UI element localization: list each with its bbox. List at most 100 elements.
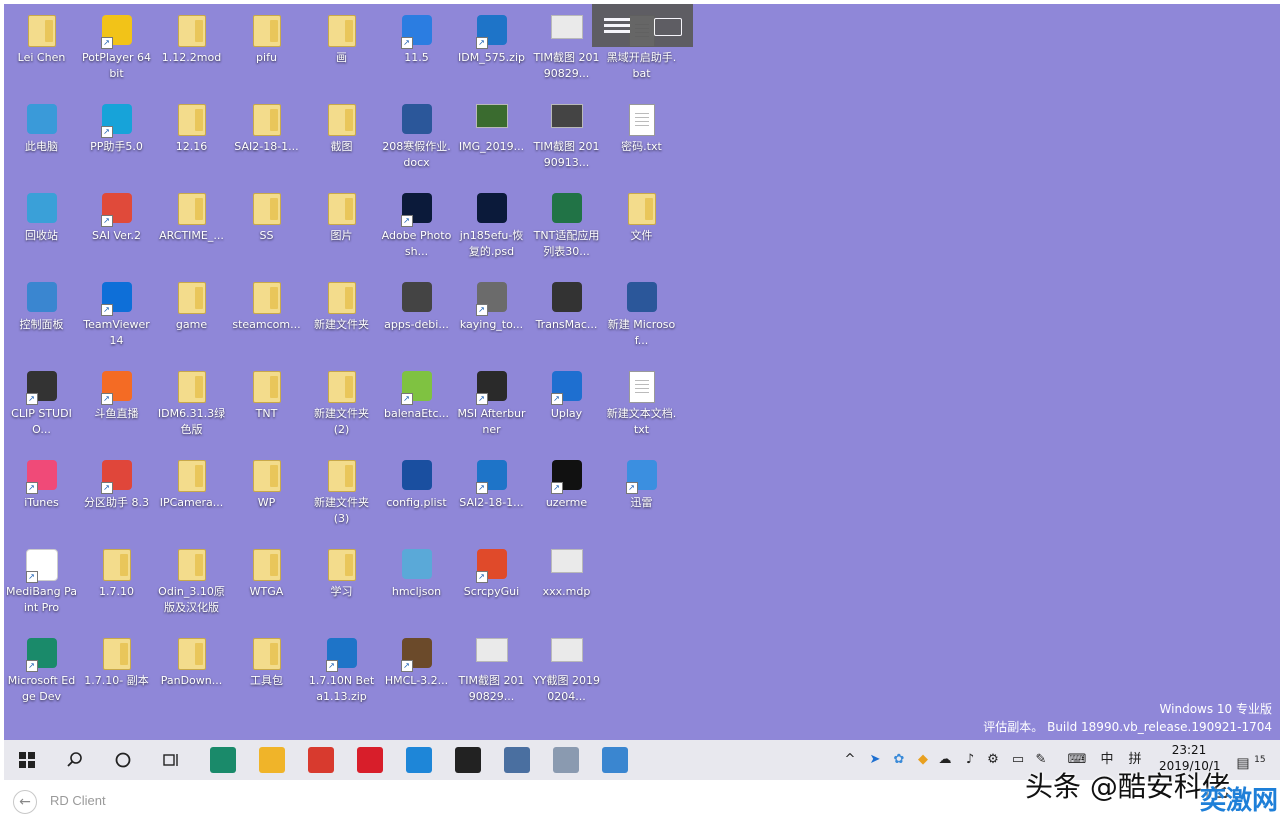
desktop-icon-label: 1.7.10: [99, 585, 134, 598]
desktop-icon[interactable]: ↗ kaying_to...: [454, 275, 529, 361]
desktop-icon[interactable]: IMG_2019...: [454, 97, 529, 183]
desktop-icon[interactable]: SS: [229, 186, 304, 272]
desktop-icon[interactable]: ↗ balenaEtc...: [379, 364, 454, 450]
scrcpy-icon: ↗: [475, 549, 508, 583]
volume-icon[interactable]: ♪: [960, 750, 980, 770]
desktop-icon[interactable]: 1.7.10- 副本: [79, 631, 154, 717]
desktop-icon[interactable]: SAI2-18-1...: [229, 97, 304, 183]
desktop-icon[interactable]: TNT: [229, 364, 304, 450]
app-red-icon[interactable]: [308, 747, 334, 773]
desktop-icon[interactable]: 回收站: [4, 186, 79, 272]
desktop-icon[interactable]: ↗ SAI2-18-1...: [454, 453, 529, 539]
desktop-icon[interactable]: ↗ 1.7.10N Beta1.13.zip: [304, 631, 379, 717]
desktop-icon[interactable]: 截图: [304, 97, 379, 183]
desktop-icon[interactable]: ↗ PotPlayer 64 bit: [79, 8, 154, 94]
desktop-icon[interactable]: 新建文件夹 (2): [304, 364, 379, 450]
desktop-icon[interactable]: ↗ 11.5: [379, 8, 454, 94]
desktop-icon[interactable]: xxx.mdp: [529, 542, 604, 628]
desktop-icon[interactable]: 1.12.2mod: [154, 8, 229, 94]
task-view-button[interactable]: [148, 740, 194, 780]
desktop-icon[interactable]: 新建文件夹 (3): [304, 453, 379, 539]
edge-dev-taskbar-icon[interactable]: [210, 747, 236, 773]
shortcut-arrow-icon: ↗: [475, 393, 488, 405]
obs-icon[interactable]: [455, 747, 481, 773]
desktop-icon[interactable]: WTGA: [229, 542, 304, 628]
search-button[interactable]: [52, 740, 98, 780]
desktop-icon[interactable]: ↗ 斗鱼直播: [79, 364, 154, 450]
desktop-icon[interactable]: 学习: [304, 542, 379, 628]
desktop-icon[interactable]: ↗ Microsoft Edge Dev: [4, 631, 79, 717]
folder-icon: [176, 15, 208, 47]
desktop-icon[interactable]: ↗ HMCL-3.2...: [379, 631, 454, 717]
desktop-icon[interactable]: 图片: [304, 186, 379, 272]
desktop-icon[interactable]: 密码.txt: [604, 97, 679, 183]
desktop-icon[interactable]: ↗ MSI Afterburner: [454, 364, 529, 450]
desktop-icon[interactable]: 新建 Microsof...: [604, 275, 679, 361]
desktop-icon[interactable]: 12.16: [154, 97, 229, 183]
desktop-icon[interactable]: ↗ iTunes: [4, 453, 79, 539]
desktop-icon-label: IDM6.31.3绿色版: [157, 407, 226, 436]
keyboard-icon[interactable]: [654, 18, 682, 36]
desktop-icon[interactable]: TIM截图 20190829...: [454, 631, 529, 717]
desktop-icon[interactable]: ↗ 分区助手 8.3: [79, 453, 154, 539]
desktop-icon[interactable]: steamcom...: [229, 275, 304, 361]
desktop-icon[interactable]: 新建文本文档.txt: [604, 364, 679, 450]
tray-settings-icon[interactable]: ⚙: [984, 750, 1002, 770]
desktop-icon[interactable]: ↗ MediBang Paint Pro: [4, 542, 79, 628]
desktop-icon[interactable]: 控制面板: [4, 275, 79, 361]
cortana-button[interactable]: [100, 740, 146, 780]
remote-desktop[interactable]: Lei Chen ↗ PotPlayer 64 bit 1.12.2mod pifu 画 ↗…: [4, 4, 1280, 740]
desktop-icon[interactable]: 画: [304, 8, 379, 94]
onedrive-icon[interactable]: ☁: [936, 750, 954, 770]
tray-app-icon[interactable]: ✿: [890, 750, 908, 770]
desktop-icon[interactable]: apps-debi...: [379, 275, 454, 361]
desktop-icon[interactable]: IPCamera...: [154, 453, 229, 539]
desktop-icon[interactable]: jn185efu-恢复的.psd: [454, 186, 529, 272]
desktop-icon[interactable]: YY截图 20190204...: [529, 631, 604, 717]
desktop-icon[interactable]: ↗ CLIP STUDIO...: [4, 364, 79, 450]
back-button[interactable]: ←: [13, 790, 37, 814]
desktop-icon[interactable]: Lei Chen: [4, 8, 79, 94]
tray-app-shield-icon[interactable]: ◆: [914, 750, 932, 770]
desktop-icon[interactable]: TIM截图 20190913...: [529, 97, 604, 183]
desktop-icon[interactable]: TNT适配应用列表30...: [529, 186, 604, 272]
show-hidden-icons-chevron-icon[interactable]: ^: [842, 750, 858, 770]
desktop-icon[interactable]: PanDown...: [154, 631, 229, 717]
desktop-icon[interactable]: 新建文件夹: [304, 275, 379, 361]
desktop-icon[interactable]: ↗ Adobe Photosh...: [379, 186, 454, 272]
desktop-icon[interactable]: ↗ ScrcpyGui: [454, 542, 529, 628]
app-blue-star-icon[interactable]: [406, 747, 432, 773]
remote-session-toolbar[interactable]: [592, 4, 693, 47]
desktop-icon[interactable]: ARCTIME_...: [154, 186, 229, 272]
desktop-icon[interactable]: WP: [229, 453, 304, 539]
desktop-icon[interactable]: hmcljson: [379, 542, 454, 628]
desktop-icon[interactable]: ↗ Uplay: [529, 364, 604, 450]
desktop-icon[interactable]: game: [154, 275, 229, 361]
file-explorer-icon[interactable]: [259, 747, 285, 773]
desktop-icon[interactable]: pifu: [229, 8, 304, 94]
desktop-icon[interactable]: 208寒假作业.docx: [379, 97, 454, 183]
desktop-icon[interactable]: ↗ IDM_575.zip: [454, 8, 529, 94]
desktop-icon[interactable]: ↗ uzerme: [529, 453, 604, 539]
uzerme-icon: ↗: [550, 460, 583, 494]
control-panel-taskbar-icon[interactable]: [602, 747, 628, 773]
desktop-icon[interactable]: 此电脑: [4, 97, 79, 183]
desktop-icon[interactable]: TransMac...: [529, 275, 604, 361]
desktop-icon[interactable]: ↗ SAI Ver.2: [79, 186, 154, 272]
netease-music-icon[interactable]: [357, 747, 383, 773]
tray-app-arrow-icon[interactable]: ➤: [866, 750, 884, 770]
desktop-icon[interactable]: config.plist: [379, 453, 454, 539]
desktop-icon[interactable]: Odin_3.10原版及汉化版: [154, 542, 229, 628]
desktop-icon[interactable]: IDM6.31.3绿色版: [154, 364, 229, 450]
action-center-button[interactable]: ▤ 15: [1236, 750, 1266, 772]
menu-icon[interactable]: [604, 18, 630, 34]
desktop-icon[interactable]: 工具包: [229, 631, 304, 717]
monitor-app-icon[interactable]: [553, 747, 579, 773]
desktop-icon[interactable]: ↗ 迅雷: [604, 453, 679, 539]
desktop-icon[interactable]: 1.7.10: [79, 542, 154, 628]
network-app-icon[interactable]: [504, 747, 530, 773]
start-button[interactable]: [4, 740, 50, 780]
desktop-icon[interactable]: ↗ TeamViewer 14: [79, 275, 154, 361]
desktop-icon[interactable]: ↗ PP助手5.0: [79, 97, 154, 183]
desktop-icon[interactable]: 文件: [604, 186, 679, 272]
